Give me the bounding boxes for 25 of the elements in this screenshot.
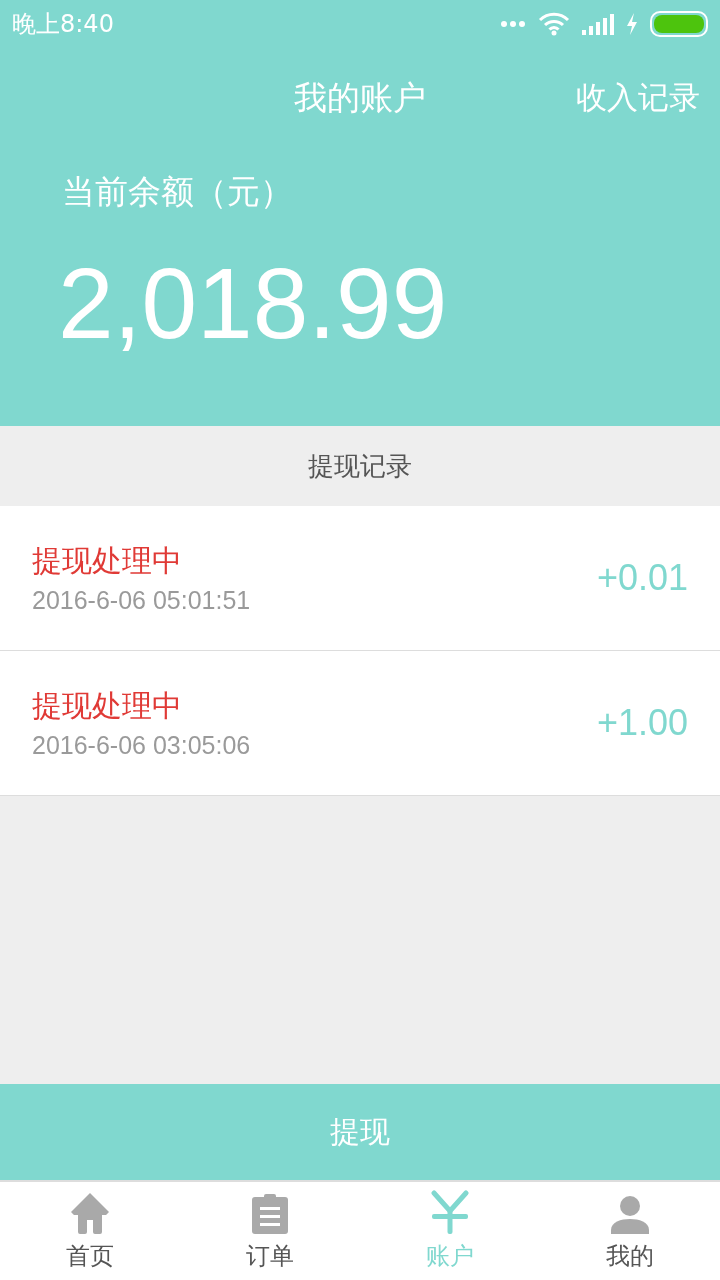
record-status: 提现处理中 [32,687,183,725]
tab-item[interactable]: 首页 [0,1182,180,1280]
clipboard-icon [251,1194,289,1234]
battery-icon [650,11,708,37]
tab-item[interactable]: 订单 [180,1182,360,1280]
record-time: 2016-6-06 05:01:51 [32,586,251,615]
withdrawal-record[interactable]: 提现处理中 2016-6-06 05:01:51 +0.01 [0,506,720,651]
record-time: 2016-6-06 03:05:06 [32,731,251,760]
signal-icon [582,13,614,35]
charging-icon [626,13,638,35]
wifi-icon [538,12,570,36]
balance-amount: 2,018.99 [58,246,449,361]
home-icon [70,1192,110,1234]
record-status: 提现处理中 [32,542,183,580]
status-time: 晚上8:40 [12,9,114,40]
record-amount: +1.00 [596,702,688,744]
tab-item[interactable]: 我的 [540,1182,720,1280]
record-amount: +0.01 [596,557,688,599]
person-icon [610,1196,650,1234]
balance-label: 当前余额（元） [62,171,294,213]
yen-icon [431,1190,469,1234]
section-title: 提现记录 [308,449,412,483]
page-title: 我的账户 [294,76,426,119]
withdrawal-record[interactable]: 提现处理中 2016-6-06 03:05:06 +1.00 [0,651,720,796]
more-icon [500,20,526,28]
